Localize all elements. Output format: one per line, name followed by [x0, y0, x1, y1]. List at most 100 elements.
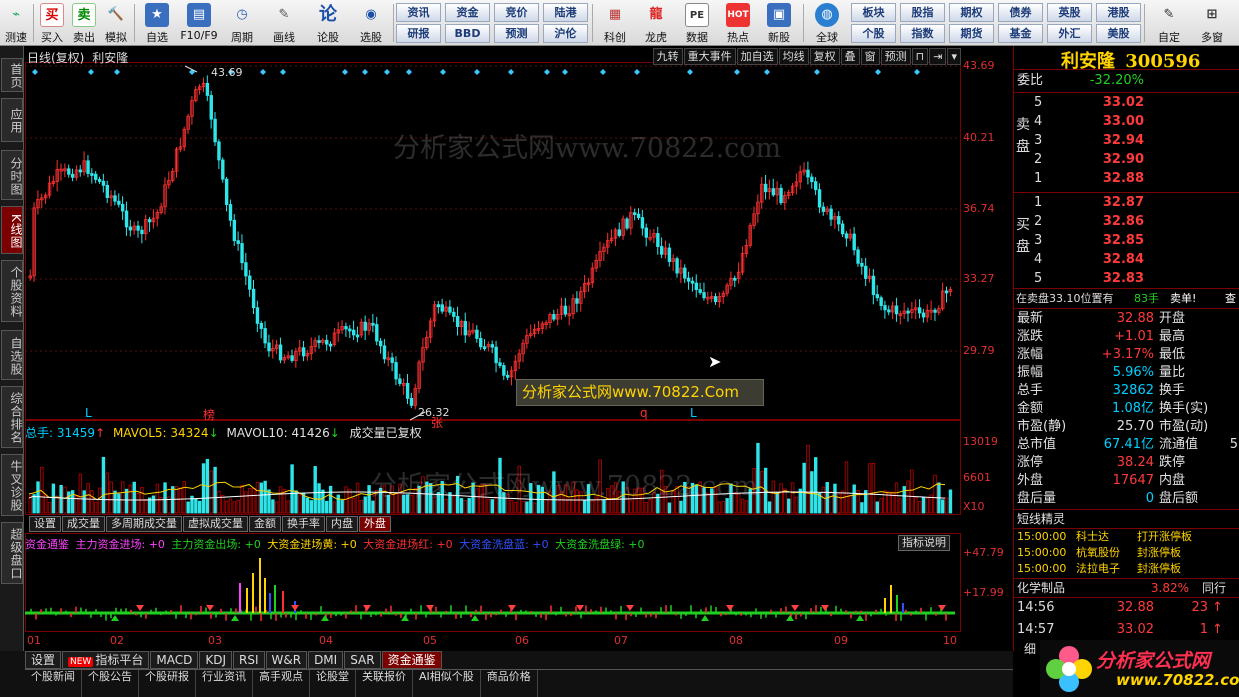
ask-row[interactable]: 3 32.94 [1014, 132, 1239, 150]
link-research[interactable]: 个股研报 [139, 670, 196, 697]
hk-connect-button[interactable]: 陆港 [543, 3, 588, 22]
discuss-button[interactable]: 论 论股 [310, 2, 346, 44]
bid-row[interactable]: 2 32.86 [1014, 213, 1239, 231]
link-announcements[interactable]: 个股公告 [82, 670, 139, 697]
event-marker[interactable]: 张 [431, 414, 443, 431]
tab-fund-flow[interactable]: 资金通鉴 [381, 651, 442, 669]
period-button[interactable]: ◷ 周期 [224, 2, 260, 44]
short-line-item[interactable]: 15:00:00 法拉电子 封涨停板 [1014, 561, 1239, 577]
sector-row[interactable]: 化学制品 3.82% 同行 [1014, 579, 1239, 597]
major-events-button[interactable]: 重大事件 [683, 48, 736, 65]
hot-button[interactable]: HOT 热点 [720, 2, 756, 44]
tab-multi-period-volume[interactable]: 多周期成交量 [106, 516, 182, 532]
lock-icon[interactable]: ⊓ [911, 48, 929, 65]
bid-row[interactable]: 3 32.85 [1014, 232, 1239, 250]
funds-market-button[interactable]: 基金 [998, 24, 1043, 43]
link-stock-news[interactable]: 个股新闻 [25, 670, 82, 697]
ask-row[interactable]: 2 32.90 [1014, 151, 1239, 169]
forex-button[interactable]: 外汇 [1047, 24, 1092, 43]
window-button[interactable]: 窗 [860, 48, 880, 65]
event-marker[interactable]: q [640, 406, 648, 420]
sector-button[interactable]: 板块 [851, 3, 896, 22]
tab-volume-settings[interactable]: 设置 [29, 516, 61, 532]
link-commodity-prices[interactable]: 商品价格 [481, 670, 538, 697]
tab-diagnosis[interactable]: 牛叉诊股 [1, 454, 23, 516]
multi-window-button[interactable]: ⊞ 多窗 [1192, 2, 1232, 44]
tab-turnover[interactable]: 换手率 [282, 516, 325, 532]
options-button[interactable]: 期权 [949, 3, 994, 22]
individual-stock-button[interactable]: 个股 [851, 24, 896, 43]
dropdown-icon[interactable]: ▾ [947, 48, 961, 65]
stock-picker-button[interactable]: ◉ 选股 [352, 2, 390, 44]
moving-average-button[interactable]: 均线 [778, 48, 809, 65]
tab-stock-profile[interactable]: 个股资料 [1, 260, 23, 322]
shanghai-london-button[interactable]: 沪伦 [543, 24, 588, 43]
buy-button[interactable]: 买 买入 [38, 2, 66, 44]
indicator-help-button[interactable]: 指标说明 [898, 535, 950, 551]
forecast-chart-button[interactable]: 预测 [880, 48, 911, 65]
sell-button[interactable]: 卖 卖出 [70, 2, 98, 44]
pending-order-row[interactable]: 在卖盘33.10位置有 83手 卖单! 查 [1014, 290, 1239, 308]
link-industry-news[interactable]: 行业资讯 [196, 670, 253, 697]
tab-intraday[interactable]: 分时图 [1, 150, 23, 200]
tab-sar[interactable]: SAR [344, 651, 381, 669]
bbd-button[interactable]: BBD [445, 24, 490, 43]
futures-button[interactable]: 期货 [949, 24, 994, 43]
add-watchlist-button[interactable]: 加自选 [736, 48, 778, 65]
bid-row[interactable]: 5 32.83 [1014, 270, 1239, 288]
adjust-button[interactable]: 复权 [809, 48, 840, 65]
tab-amount[interactable]: 金额 [249, 516, 281, 532]
tab-kdj[interactable]: KDJ [199, 651, 232, 669]
ask-row[interactable]: 5 33.02 [1014, 94, 1239, 112]
speed-test-button[interactable]: ⌁ 测速 [2, 2, 30, 44]
dragon-tiger-button[interactable]: 龍 龙虎 [638, 2, 674, 44]
ask-row[interactable]: 1 32.88 [1014, 170, 1239, 188]
customize-button[interactable]: ✎ 自定 [1150, 2, 1188, 44]
tab-dmi[interactable]: DMI [308, 651, 344, 669]
tab-indicator-platform[interactable]: NEW 指标平台 [62, 651, 150, 669]
new-stock-button[interactable]: ▣ 新股 [761, 2, 797, 44]
tab-indicator-settings[interactable]: 设置 [25, 651, 62, 669]
tab-super-orderbook[interactable]: 超级盘口 [1, 522, 23, 584]
tab-apps[interactable]: 应用 [1, 98, 23, 142]
tab-watchlist[interactable]: 自选股 [1, 330, 23, 380]
tab-rsi[interactable]: RSI [233, 651, 265, 669]
tab-outer[interactable]: 外盘 [359, 516, 391, 532]
event-marker[interactable]: 榜 [203, 406, 215, 423]
funds-button[interactable]: 资金 [445, 3, 490, 22]
nine-turn-button[interactable]: 九转 [652, 48, 683, 65]
short-line-item[interactable]: 15:00:00 科士达 打开涨停板 [1014, 529, 1239, 545]
forecast-button[interactable]: 预测 [494, 24, 539, 43]
us-stocks-button[interactable]: 美股 [1096, 24, 1141, 43]
event-marker[interactable]: L [85, 406, 92, 420]
tab-ranking[interactable]: 综合排名 [1, 386, 23, 448]
simulate-button[interactable]: 🔨 模拟 [102, 2, 130, 44]
link-related-quotes[interactable]: 关联报价 [356, 670, 413, 697]
data-button[interactable]: PE 数据 [679, 2, 715, 44]
draw-line-button[interactable]: ✎ 画线 [266, 2, 302, 44]
link-forum[interactable]: 论股堂 [310, 670, 356, 697]
science-board-button[interactable]: ▦ 科创 [597, 2, 633, 44]
tab-volume[interactable]: 成交量 [62, 516, 105, 532]
ask-row[interactable]: 4 33.00 [1014, 113, 1239, 131]
research-button[interactable]: 研报 [396, 24, 441, 43]
tab-wr[interactable]: W&R [265, 651, 308, 669]
kline-chart-area[interactable]: 日线(复权) 利安隆 九转 重大事件 加自选 均线 复权 叠 窗 预测 ⊓ ⇥ … [25, 46, 961, 651]
f10-button[interactable]: ▤ F10/F9 [178, 2, 220, 44]
short-line-item[interactable]: 15:00:00 杭氧股份 封涨停板 [1014, 545, 1239, 561]
bonds-button[interactable]: 债券 [998, 3, 1043, 22]
event-marker[interactable]: L [690, 406, 697, 420]
tab-home[interactable]: 首页 [1, 58, 23, 92]
bid-row[interactable]: 1 32.87 [1014, 194, 1239, 212]
overlay-button[interactable]: 叠 [840, 48, 860, 65]
watchlist-button[interactable]: ★ 自选 [140, 2, 174, 44]
peer-link[interactable]: 同行 [1202, 579, 1226, 597]
news-button[interactable]: 资讯 [396, 3, 441, 22]
link-expert-views[interactable]: 高手观点 [253, 670, 310, 697]
expand-icon[interactable]: ⇥ [929, 48, 947, 65]
uk-stocks-button[interactable]: 英股 [1047, 3, 1092, 22]
auction-button[interactable]: 竞价 [494, 3, 539, 22]
link-ai-similar[interactable]: AI相似个股 [413, 670, 481, 697]
global-button[interactable]: ◍ 全球 [807, 2, 847, 44]
hk-stocks-button[interactable]: 港股 [1096, 3, 1141, 22]
